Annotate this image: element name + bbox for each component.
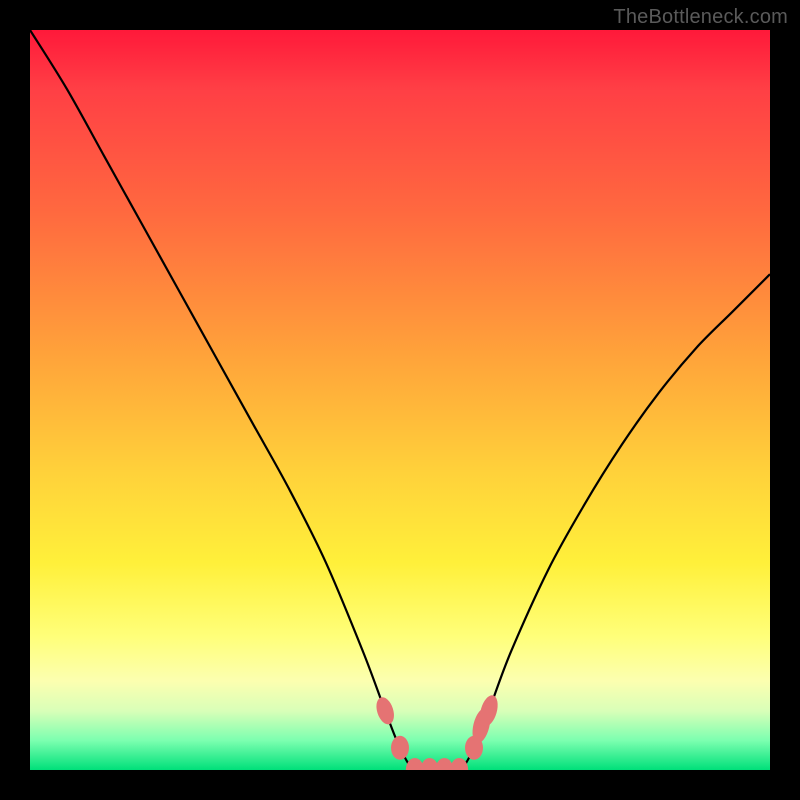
curve-path: [30, 30, 770, 770]
chart-frame: TheBottleneck.com: [0, 0, 800, 800]
valley-marker: [373, 695, 397, 727]
watermark-text: TheBottleneck.com: [613, 6, 788, 29]
plot-area: [30, 30, 770, 770]
valley-marker: [450, 758, 468, 770]
bottleneck-curve: [30, 30, 770, 770]
valley-marker: [391, 736, 409, 760]
